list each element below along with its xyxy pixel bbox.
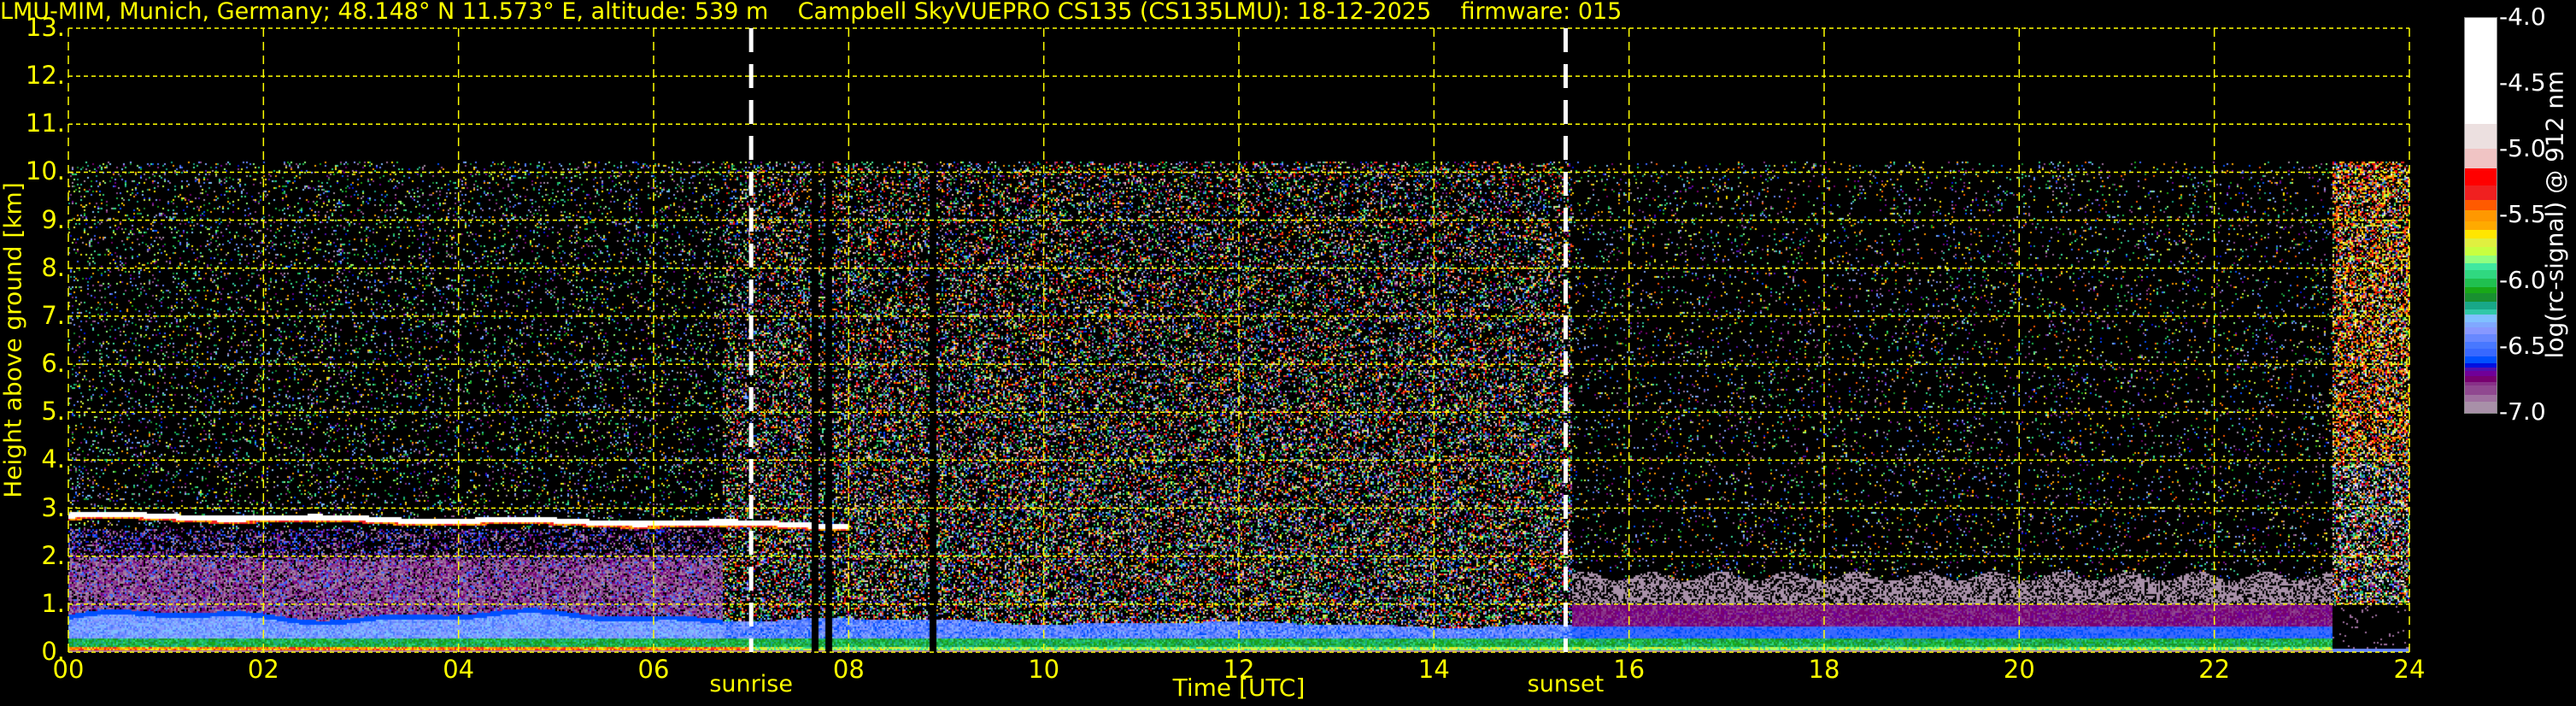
x-tick-label: 02 [247, 655, 279, 684]
x-tick-label: 10 [1028, 655, 1060, 684]
sunrise-label: sunrise [709, 671, 793, 697]
colorbar-tick-label: -7.0 [2499, 397, 2546, 426]
x-tick-label: 18 [1808, 655, 1840, 684]
colorbar-band [2465, 375, 2497, 382]
colorbar-band [2465, 292, 2497, 302]
colorbar-tick-label: -4.5 [2499, 68, 2546, 97]
y-tick-label: 1. [41, 588, 65, 618]
y-tick-label: 10. [25, 156, 65, 186]
colorbar-band [2465, 199, 2497, 211]
colorbar-band [2465, 341, 2497, 350]
colorbar-band [2465, 333, 2497, 343]
chart-title: LMU-MIM, Munich, Germany; 48.148° N 11.5… [0, 0, 1622, 25]
colorbar-band [2465, 148, 2497, 169]
plot-area [67, 27, 2410, 653]
colorbar-band [2465, 238, 2497, 248]
colorbar-tick-label: -5.5 [2499, 200, 2546, 228]
colorbar-tick-label: -6.5 [2499, 332, 2546, 360]
x-axis-label: Time [UTC] [1172, 674, 1306, 702]
x-tick-label: 08 [832, 655, 865, 684]
x-tick-label: 14 [1417, 655, 1450, 684]
y-tick-label: 3. [41, 492, 65, 522]
colorbar-band [2465, 185, 2497, 201]
sunset-label: sunset [1527, 671, 1605, 697]
colorbar-band [2465, 321, 2497, 328]
colorbar-band [2465, 356, 2497, 363]
colorbar-band [2465, 309, 2497, 315]
x-tick-label: 04 [443, 655, 475, 684]
colorbar-band [2465, 255, 2497, 263]
x-tick-label: 06 [637, 655, 670, 684]
colorbar-band [2465, 381, 2497, 386]
colorbar-band [2465, 168, 2497, 186]
colorbar-band [2465, 221, 2497, 231]
colorbar-band [2465, 401, 2497, 414]
colorbar-tick-label: -5.0 [2499, 134, 2546, 162]
colorbar-band [2465, 262, 2497, 270]
colorbar-band [2465, 348, 2497, 357]
colorbar-band [2465, 18, 2497, 124]
colorbar-band [2465, 301, 2497, 309]
colorbar [2464, 17, 2497, 414]
y-tick-label: 11. [25, 109, 65, 138]
colorbar-tick-label: -4.0 [2499, 3, 2546, 31]
colorbar-band [2465, 367, 2497, 372]
x-tick-label: 00 [52, 655, 85, 684]
colorbar-band [2465, 278, 2497, 287]
x-tick-label: 24 [2393, 655, 2426, 684]
colorbar-band [2465, 314, 2497, 323]
y-tick-label: 12. [25, 61, 65, 91]
colorbar-band [2465, 327, 2497, 335]
colorbar-band [2465, 123, 2497, 149]
y-tick-label: 2. [41, 540, 65, 570]
colorbar-band [2465, 209, 2497, 221]
colorbar-band [2465, 394, 2497, 402]
colorbar-tick-label: -6.0 [2499, 266, 2546, 294]
colorbar-band [2465, 246, 2497, 256]
x-tick-label: 22 [2198, 655, 2231, 684]
x-tick-label: 16 [1613, 655, 1646, 684]
colorbar-band [2465, 286, 2497, 294]
grid-and-annotations [67, 27, 2410, 653]
colorbar-band [2465, 362, 2497, 368]
y-axis-label: Height above ground [km] [0, 182, 27, 498]
colorbar-band [2465, 229, 2497, 238]
colorbar-band [2465, 385, 2497, 395]
colorbar-label: log(rc-signal) @ 912 nm [2540, 70, 2569, 359]
x-tick-label: 20 [2003, 655, 2035, 684]
colorbar-band [2465, 370, 2497, 377]
colorbar-band [2465, 269, 2497, 279]
y-tick-label: 13. [25, 13, 65, 42]
